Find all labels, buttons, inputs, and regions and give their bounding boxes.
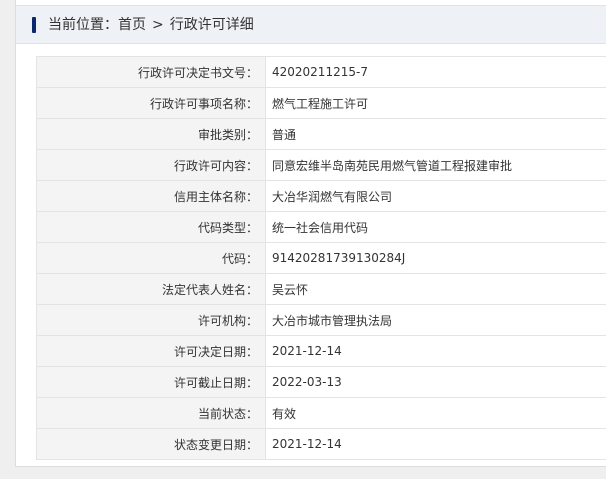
table-row: 行政许可决定书文号： 42020211215-7	[36, 56, 606, 88]
row-value: 统一社会信用代码	[265, 211, 606, 243]
table-row: 行政许可内容： 同意宏维半岛南苑民用燃气管道工程报建审批	[36, 149, 606, 181]
table-row: 许可截止日期： 2022-03-13	[36, 366, 606, 398]
row-label: 当前状态：	[36, 397, 266, 429]
row-value: 同意宏维半岛南苑民用燃气管道工程报建审批	[265, 149, 606, 181]
row-value: 大冶华润燃气有限公司	[265, 180, 606, 212]
row-label: 许可机构：	[36, 304, 266, 336]
row-label: 许可截止日期：	[36, 366, 266, 398]
breadcrumb-prefix: 当前位置：	[48, 17, 118, 33]
row-value: 有效	[265, 397, 606, 429]
row-label: 行政许可内容：	[36, 149, 266, 181]
table-row: 行政许可事项名称： 燃气工程施工许可	[36, 87, 606, 119]
row-label: 法定代表人姓名：	[36, 273, 266, 305]
row-value: 吴云怀	[265, 273, 606, 305]
table-row: 审批类别： 普通	[36, 118, 606, 150]
detail-table: 行政许可决定书文号： 42020211215-7 行政许可事项名称： 燃气工程施…	[36, 56, 606, 460]
table-row: 信用主体名称： 大冶华润燃气有限公司	[36, 180, 606, 212]
row-value: 2022-03-13	[265, 366, 606, 398]
table-row: 许可机构： 大冶市城市管理执法局	[36, 304, 606, 336]
row-value: 2021-12-14	[265, 428, 606, 460]
table-row: 许可决定日期： 2021-12-14	[36, 335, 606, 367]
row-label: 信用主体名称：	[36, 180, 266, 212]
row-label: 状态变更日期：	[36, 428, 266, 460]
row-label: 许可决定日期：	[36, 335, 266, 367]
detail-panel: 当前位置：首页 > 行政许可详细 行政许可决定书文号： 42020211215-7 …	[15, 0, 606, 467]
row-label: 行政许可事项名称：	[36, 87, 266, 119]
breadcrumb-current: 行政许可详细	[169, 17, 254, 33]
table-row: 法定代表人姓名： 吴云怀	[36, 273, 606, 305]
row-value: 91420281739130284J	[265, 242, 606, 274]
table-row: 状态变更日期： 2021-12-14	[36, 428, 606, 460]
row-label: 代码类型：	[36, 211, 266, 243]
row-value: 普通	[265, 118, 606, 150]
breadcrumb-header: 当前位置：首页 > 行政许可详细	[16, 5, 606, 44]
row-label: 代码：	[36, 242, 266, 274]
table-row: 代码： 91420281739130284J	[36, 242, 606, 274]
table-row: 代码类型： 统一社会信用代码	[36, 211, 606, 243]
row-value: 大冶市城市管理执法局	[265, 304, 606, 336]
row-value: 燃气工程施工许可	[265, 87, 606, 119]
breadcrumb-separator: >	[152, 17, 164, 33]
row-value: 2021-12-14	[265, 335, 606, 367]
table-row: 当前状态： 有效	[36, 397, 606, 429]
header-accent-bar	[32, 17, 36, 33]
row-label: 审批类别：	[36, 118, 266, 150]
breadcrumb-home-link[interactable]: 首页	[118, 16, 146, 34]
row-label: 行政许可决定书文号：	[36, 56, 266, 88]
breadcrumb: 当前位置：首页 > 行政许可详细	[48, 16, 254, 34]
row-value: 42020211215-7	[265, 56, 606, 88]
